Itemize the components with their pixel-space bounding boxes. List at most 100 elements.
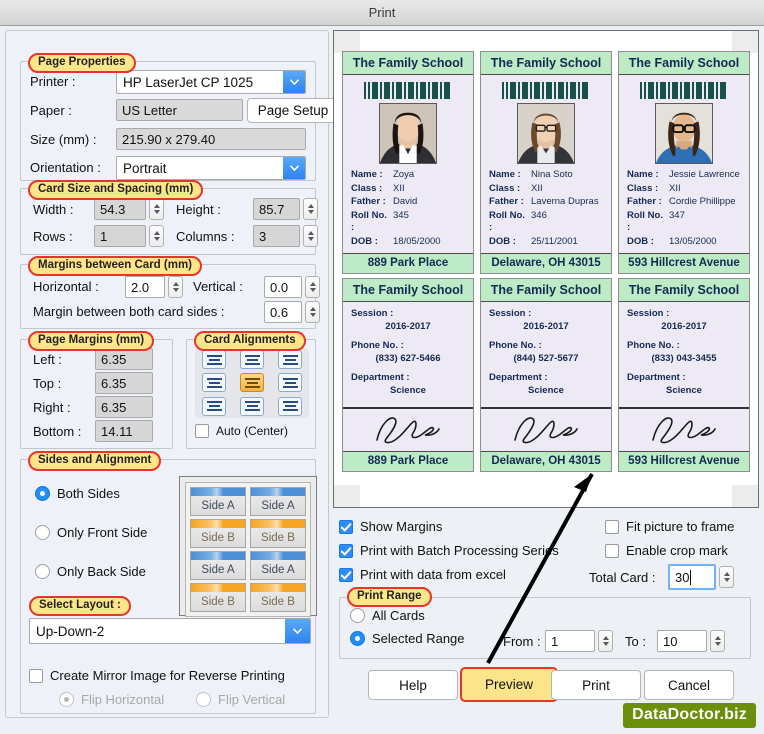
- both-sides-radio[interactable]: [35, 486, 50, 501]
- height-input[interactable]: 85.7: [253, 198, 300, 220]
- chevron-down-icon[interactable]: [285, 619, 310, 643]
- total-card-input[interactable]: 30: [668, 564, 716, 590]
- columns-input[interactable]: 3: [253, 225, 300, 247]
- side-preview-card: Side A: [250, 487, 306, 516]
- settings-panel: Page Properties Printer : HP LaserJet CP…: [5, 30, 339, 718]
- horizontal-stepper[interactable]: [168, 276, 183, 298]
- id-card-front[interactable]: The Family School: [342, 51, 474, 274]
- signature-icon: [376, 417, 440, 444]
- card-school-name: The Family School: [343, 52, 473, 75]
- side-preview-card: Side B: [250, 519, 306, 548]
- horizontal-input[interactable]: 2.0: [125, 276, 165, 298]
- phone-label: Phone No. :: [627, 340, 680, 351]
- side-preview-card: Side B: [250, 583, 306, 612]
- card-address: 593 Hillcrest Avenue: [619, 451, 749, 471]
- batch-processing-row[interactable]: Print with Batch Processing Series: [339, 543, 559, 558]
- show-margins-row[interactable]: Show Margins: [339, 519, 442, 534]
- chevron-down-icon[interactable]: [283, 157, 305, 179]
- chevron-down-icon[interactable]: [283, 71, 305, 93]
- columns-stepper[interactable]: [303, 225, 318, 247]
- vertical-input[interactable]: 0.0: [264, 276, 302, 298]
- sides-preview-grid: Side A Side A Side B Side B Side A Side …: [185, 482, 311, 617]
- align-option-5[interactable]: [278, 373, 302, 393]
- all-cards-row[interactable]: All Cards: [350, 608, 425, 623]
- mirror-image-row[interactable]: Create Mirror Image for Reverse Printing: [29, 668, 285, 683]
- rows-stepper[interactable]: [149, 225, 164, 247]
- align-option-2[interactable]: [278, 350, 302, 370]
- data-from-excel-checkbox[interactable]: [339, 567, 353, 582]
- from-stepper[interactable]: [598, 630, 613, 652]
- side-preview-label: Side B: [201, 595, 235, 608]
- id-card-back[interactable]: The Family School Session : 2016-2017 Ph…: [480, 278, 612, 472]
- id-card-front[interactable]: The Family School: [618, 51, 750, 274]
- flip-horizontal-row[interactable]: Flip Horizontal: [59, 692, 164, 707]
- id-card-back[interactable]: The Family School Session : 2016-2017 Ph…: [342, 278, 474, 472]
- only-back-side-radio[interactable]: [35, 564, 50, 579]
- align-option-6[interactable]: [202, 396, 226, 416]
- roll-value: 345: [393, 209, 409, 221]
- right-margin-input[interactable]: 6.35: [95, 396, 153, 418]
- from-input[interactable]: 1: [545, 630, 595, 652]
- align-option-0[interactable]: [202, 350, 226, 370]
- selected-range-radio[interactable]: [350, 631, 365, 646]
- signature-area: [619, 407, 749, 451]
- left-margin-input[interactable]: 6.35: [95, 348, 153, 370]
- barcode-icon: [640, 82, 728, 99]
- preview-button[interactable]: Preview: [460, 667, 558, 702]
- width-stepper[interactable]: [149, 198, 164, 220]
- align-option-4-selected[interactable]: [240, 373, 264, 393]
- select-layout-combo[interactable]: Up-Down-2: [29, 618, 311, 644]
- all-cards-radio[interactable]: [350, 608, 365, 623]
- radio-both-sides[interactable]: Both Sides: [35, 486, 120, 501]
- auto-center-row[interactable]: Auto (Center): [195, 424, 288, 438]
- total-card-stepper[interactable]: [719, 566, 734, 588]
- vertical-stepper[interactable]: [305, 276, 320, 298]
- orientation-combo[interactable]: Portrait: [116, 156, 306, 180]
- fit-picture-row[interactable]: Fit picture to frame: [605, 519, 734, 534]
- to-stepper[interactable]: [710, 630, 725, 652]
- align-option-7[interactable]: [240, 396, 264, 416]
- help-button[interactable]: Help: [368, 670, 458, 700]
- flip-vertical-row[interactable]: Flip Vertical: [196, 692, 285, 707]
- id-card-back[interactable]: The Family School Session : 2016-2017 Ph…: [618, 278, 750, 472]
- show-margins-checkbox[interactable]: [339, 519, 353, 534]
- name-label: Name :: [627, 169, 659, 180]
- radio-only-back-side[interactable]: Only Back Side: [35, 564, 146, 579]
- width-input[interactable]: 54.3: [94, 198, 146, 220]
- print-button[interactable]: Print: [551, 670, 641, 700]
- align-option-3[interactable]: [202, 373, 226, 393]
- printer-combo[interactable]: HP LaserJet CP 1025: [116, 70, 306, 94]
- both-card-sides-stepper[interactable]: [305, 301, 320, 323]
- rows-input[interactable]: 1: [94, 225, 146, 247]
- flip-horizontal-radio[interactable]: [59, 692, 74, 707]
- card-field-row: Father : David: [351, 196, 465, 209]
- only-front-side-radio[interactable]: [35, 525, 50, 540]
- bottom-margin-input[interactable]: 14.11: [95, 420, 153, 442]
- selected-range-row[interactable]: Selected Range: [350, 631, 465, 646]
- align-option-1[interactable]: [240, 350, 264, 370]
- data-from-excel-row[interactable]: Print with data from excel: [339, 567, 506, 582]
- top-margin-input[interactable]: 6.35: [95, 372, 153, 394]
- page-setup-button[interactable]: Page Setup: [247, 98, 339, 123]
- flip-vertical-radio[interactable]: [196, 692, 211, 707]
- name-label: Name :: [489, 169, 521, 180]
- roll-value: 347: [669, 209, 685, 221]
- id-card-front[interactable]: The Family School: [480, 51, 612, 274]
- radio-only-front-side[interactable]: Only Front Side: [35, 525, 147, 540]
- crop-mark-checkbox[interactable]: [605, 543, 619, 558]
- both-card-sides-input[interactable]: 0.6: [264, 301, 302, 323]
- mirror-image-checkbox[interactable]: [29, 668, 43, 683]
- auto-center-checkbox[interactable]: [195, 424, 209, 438]
- height-stepper[interactable]: [303, 198, 318, 220]
- card-school-name: The Family School: [619, 52, 749, 75]
- fit-picture-checkbox[interactable]: [605, 519, 619, 534]
- to-input[interactable]: 10: [657, 630, 707, 652]
- batch-processing-checkbox[interactable]: [339, 543, 353, 558]
- crop-mark-row[interactable]: Enable crop mark: [605, 543, 728, 558]
- width-label: Width :: [33, 202, 74, 217]
- card-field-row: Name : Nina Soto: [489, 169, 603, 182]
- side-preview-label: Side A: [201, 563, 235, 576]
- align-option-8[interactable]: [278, 396, 302, 416]
- card-preview-area[interactable]: The Family School Name: Zoya Class: XI…: [333, 30, 759, 508]
- cancel-button[interactable]: Cancel: [644, 670, 734, 700]
